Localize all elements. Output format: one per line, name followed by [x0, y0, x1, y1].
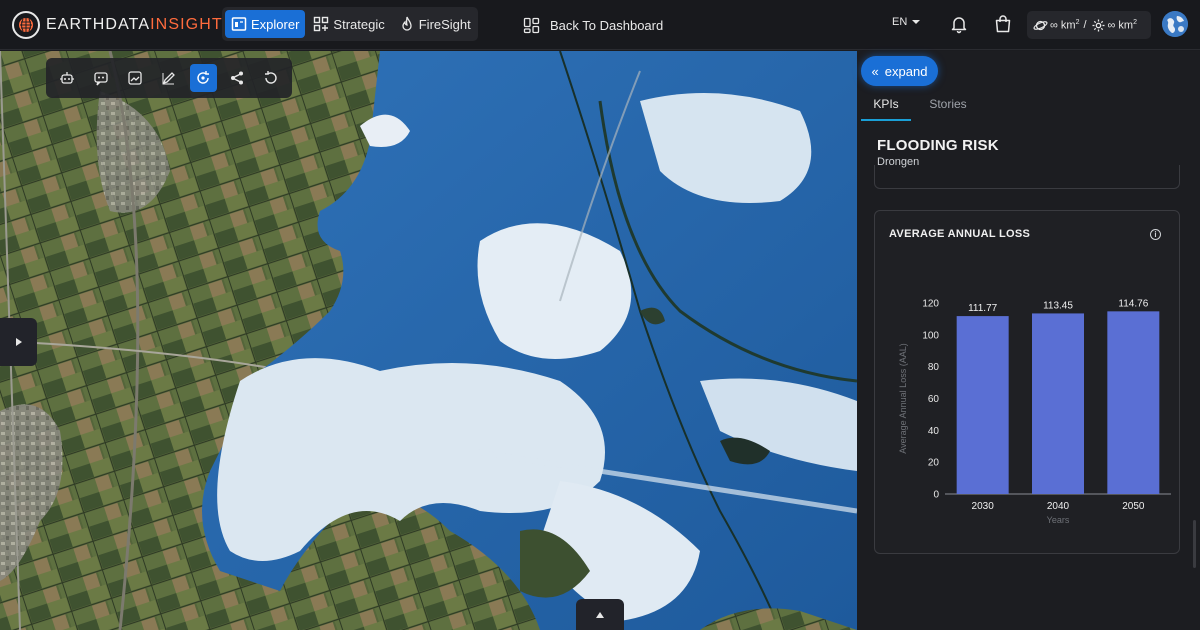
robot-icon	[60, 72, 74, 84]
language-select[interactable]: EN	[892, 16, 921, 28]
panel-tabs: KPIs Stories	[861, 93, 1196, 121]
expand-label: expand	[884, 63, 928, 79]
bar	[956, 316, 1009, 494]
y-tick-label: 60	[928, 394, 940, 405]
globe-logo-icon	[12, 11, 40, 39]
map-canvas[interactable]	[0, 51, 857, 630]
chat-tool-button[interactable]	[88, 64, 115, 92]
nav-firesight-label: FireSight	[418, 16, 471, 32]
draw-tool-button[interactable]	[156, 64, 183, 92]
bar-value-label: 111.77	[968, 303, 998, 314]
aal-bar-chart: 020406080100120Average Annual Loss (AAL)…	[898, 298, 1171, 525]
mode-switcher: Explorer Strategic FireSight	[222, 7, 478, 41]
reset-tool-button[interactable]	[258, 64, 285, 92]
image-compare-icon	[128, 71, 142, 85]
y-tick-label: 0	[933, 490, 939, 501]
y-tick-label: 100	[922, 330, 939, 341]
tab-kpis[interactable]: KPIs	[861, 93, 911, 121]
panel-scrollbar[interactable]	[1193, 520, 1196, 568]
x-tick-label: 2050	[1122, 501, 1145, 512]
cart-button[interactable]	[992, 13, 1014, 35]
x-axis-label: Years	[1047, 515, 1070, 525]
y-tick-label: 120	[922, 299, 939, 310]
nav-firesight-button[interactable]: FireSight	[393, 10, 477, 38]
language-value: EN	[892, 16, 908, 28]
cloud-gear-icon	[1092, 19, 1105, 31]
risk-title: FLOODING RISK	[877, 137, 999, 154]
x-tick-label: 2040	[1047, 501, 1070, 512]
aal-chart-card: AVERAGE ANNUAL LOSS i 0 20 40 60 80 100 120 Ave…	[874, 210, 1180, 554]
nav-explorer-button[interactable]: Explorer	[225, 10, 306, 38]
y-axis-label: Average Annual Loss (AAL)	[898, 343, 908, 453]
expand-panel-button[interactable]: « expand	[861, 56, 938, 86]
user-avatar[interactable]	[1162, 11, 1188, 37]
y-tick-label: 80	[928, 362, 940, 373]
x-tick-label: 2030	[972, 501, 995, 512]
pencil-icon	[162, 72, 175, 85]
bar-value-label: 113.45	[1043, 300, 1073, 311]
area-quota[interactable]: ∞ km2 / ∞ km2	[1027, 11, 1151, 39]
caret-down-icon	[912, 20, 921, 24]
target-refresh-icon	[197, 71, 209, 84]
top-bar: EARTHDATAINSIGHTS Explorer Strategic Fir…	[0, 0, 1200, 50]
left-panel-toggle[interactable]	[0, 318, 37, 366]
bar	[1107, 311, 1160, 494]
double-chevron-left-icon: «	[871, 63, 879, 79]
layers-tool-button[interactable]	[189, 64, 217, 92]
shopping-bag-icon	[995, 15, 1011, 33]
caret-right-icon	[15, 338, 22, 346]
image-compare-tool-button[interactable]	[122, 64, 149, 92]
reset-icon	[265, 71, 277, 84]
y-tick-label: 40	[928, 426, 940, 437]
kpi-summary-card	[874, 165, 1180, 189]
planet-icon	[1033, 20, 1048, 30]
bell-icon	[951, 17, 967, 34]
nav-strategic-label: Strategic	[333, 16, 385, 32]
earth-avatar-icon	[1162, 11, 1188, 37]
map-view[interactable]	[0, 51, 857, 630]
quota-secondary: ∞ km2	[1107, 18, 1137, 32]
back-to-dashboard-button[interactable]: Back To Dashboard	[523, 14, 663, 36]
strategic-grid-icon	[314, 16, 329, 32]
share-icon	[231, 71, 243, 85]
dashboard-icon	[523, 17, 540, 33]
bar-value-label: 114.76	[1118, 298, 1148, 309]
bar	[1032, 313, 1084, 494]
nav-explorer-label: Explorer	[251, 16, 300, 32]
quota-primary: ∞ km2	[1050, 18, 1080, 32]
bottom-panel-toggle[interactable]	[576, 599, 624, 630]
quota-separator: /	[1083, 19, 1087, 31]
brand-name: EARTHDATAINSIGHTS	[46, 16, 235, 33]
flame-icon	[402, 16, 412, 31]
nav-strategic-button[interactable]: Strategic	[307, 10, 390, 38]
caret-up-icon	[596, 611, 604, 618]
robot-tool-button[interactable]	[54, 64, 81, 92]
tab-stories[interactable]: Stories	[923, 93, 973, 121]
kpi-panel: « expand KPIs Stories FLOODING RISK Dron…	[857, 51, 1200, 630]
y-tick-label: 20	[928, 458, 940, 469]
back-to-dashboard-label: Back To Dashboard	[550, 17, 664, 33]
brand-logo[interactable]: EARTHDATAINSIGHTS	[12, 10, 235, 40]
chat-bot-icon	[94, 72, 108, 86]
share-tool-button[interactable]	[224, 64, 251, 92]
explorer-icon	[231, 17, 247, 31]
notifications-button[interactable]	[948, 13, 970, 35]
map-toolbar	[46, 58, 292, 98]
